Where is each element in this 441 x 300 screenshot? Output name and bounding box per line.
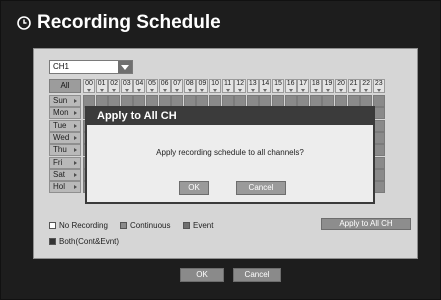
legend-both: Both(Cont&Evnt) [49,237,119,246]
day-row-label[interactable]: Thu [49,144,81,157]
hour-header[interactable]: 10 [209,79,221,93]
hour-header[interactable]: 03 [120,79,133,93]
chevron-right-icon [74,148,77,153]
hour-header[interactable]: 11 [221,79,234,93]
hour-header[interactable]: 04 [133,79,146,93]
dialog-message: Apply recording schedule to all channels… [156,148,304,157]
day-label-text: Sat [53,169,66,179]
chevron-right-icon [74,111,77,116]
hour-header[interactable]: 23 [372,79,385,93]
hour-header[interactable]: 14 [259,79,272,93]
both-swatch [49,238,56,245]
event-swatch [183,222,190,229]
hour-header[interactable]: 19 [322,79,335,93]
ok-button[interactable]: OK [180,268,224,282]
dialog-cancel-button[interactable]: Cancel [236,181,286,195]
chevron-right-icon [74,135,77,140]
chevron-right-icon [74,172,77,177]
dialog-title: Apply to All CH [87,108,373,125]
day-label-text: Wed [53,132,70,142]
hour-header[interactable]: 01 [95,79,108,93]
channel-value: CH1 [53,62,70,71]
day-row-label[interactable]: Tue [49,119,81,132]
hour-header[interactable]: 07 [171,79,184,93]
hour-header[interactable]: 09 [196,79,209,93]
hour-header[interactable]: 02 [108,79,121,93]
hour-header[interactable]: 06 [158,79,171,93]
channel-select[interactable]: CH1 [49,60,133,74]
day-row-label[interactable]: Sun [49,95,81,107]
legend-continuous: Continuous [120,221,170,230]
day-label-text: Hol [53,182,66,192]
legend-label: No Recording [59,221,108,230]
hour-header[interactable]: 05 [146,79,158,93]
recording-schedule-window: Recording Schedule CH1 All 00 01 02 03 04 05 0… [0,0,441,300]
hour-header[interactable]: 17 [297,79,310,93]
day-row-label[interactable]: Sat [49,168,81,181]
title-bar: Recording Schedule [1,1,441,45]
legend-no-recording: No Recording [49,221,108,230]
no-recording-swatch [49,222,56,229]
apply-to-all-ch-button[interactable]: Apply to All CH [321,218,411,230]
all-button[interactable]: All [49,79,81,93]
day-row-label[interactable]: Fri [49,156,81,169]
day-label-text: Mon [53,108,69,118]
chevron-right-icon [74,123,77,128]
apply-to-all-dialog: Apply to All CH Apply recording schedule… [85,106,375,204]
continuous-swatch [120,222,127,229]
hour-header[interactable]: 22 [360,79,373,93]
legend-label: Both(Cont&Evnt) [59,237,120,246]
chevron-right-icon [74,185,77,190]
hour-header[interactable]: 20 [335,79,347,93]
legend-event: Event [183,221,213,230]
clock-icon [17,16,31,30]
hour-header[interactable]: 18 [309,79,322,93]
legend-label: Continuous [130,221,171,230]
dialog-ok-button[interactable]: OK [179,181,209,195]
cancel-button[interactable]: Cancel [233,268,281,282]
hour-header[interactable]: 08 [183,79,196,93]
hour-header[interactable]: 21 [347,79,360,93]
day-label-text: Tue [53,120,67,130]
day-label-text: Fri [53,157,63,167]
day-label-text: Thu [53,145,67,155]
chevron-down-icon[interactable] [118,61,132,73]
hour-header[interactable]: 12 [234,79,247,93]
day-row-label[interactable]: Mon [49,107,81,120]
day-row-label[interactable]: Wed [49,131,81,144]
legend-label: Event [193,221,214,230]
day-row-label[interactable]: Hol [49,181,81,194]
chevron-right-icon [74,160,77,165]
hour-header[interactable]: 13 [246,79,259,93]
day-label-text: Sun [53,96,68,105]
chevron-right-icon [74,99,77,103]
hour-header[interactable]: 16 [284,79,297,93]
hour-header[interactable]: 00 [83,79,95,93]
window-title: Recording Schedule [37,12,221,33]
hour-header[interactable]: 15 [272,79,284,93]
